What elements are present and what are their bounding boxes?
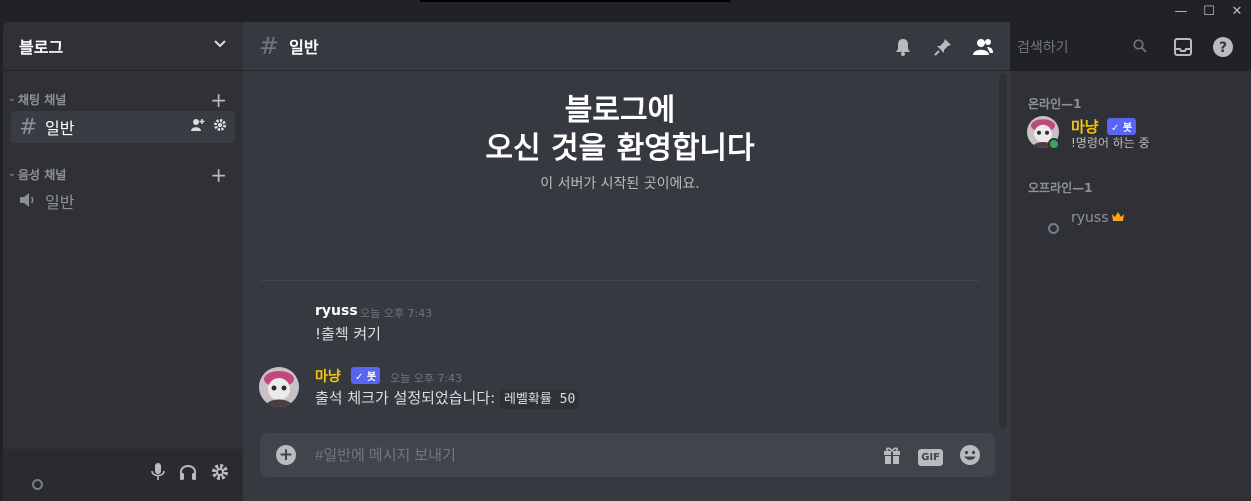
headphones-icon[interactable]	[179, 463, 197, 486]
avatar[interactable]	[259, 367, 299, 407]
message-input[interactable]	[315, 443, 855, 467]
attach-plus-icon[interactable]: +	[276, 445, 296, 465]
bot-badge: ✓ 봇	[1107, 118, 1137, 135]
pin-icon[interactable]	[931, 35, 955, 59]
title-bar-accent-line	[420, 0, 730, 2]
channel-name: 일반	[45, 193, 75, 212]
welcome-banner: 블로그에 오신 것을 환영합니다 이 서버가 시작된 곳이에요.	[260, 92, 980, 193]
emoji-icon[interactable]	[959, 444, 981, 470]
minimize-icon[interactable]: —	[1167, 0, 1195, 22]
inbox-icon[interactable]	[1171, 35, 1195, 59]
search-input[interactable]	[1017, 38, 1127, 56]
close-icon[interactable]: ✕	[1223, 0, 1251, 22]
title-bar: — ☐ ✕	[0, 0, 1251, 22]
online-status-dot	[1048, 138, 1060, 150]
caret-icon: ⌄	[8, 94, 16, 104]
category-voice-channels[interactable]: ⌄ 음성 채널 +	[3, 163, 243, 187]
user-panel	[3, 449, 243, 501]
channel-item-general-text[interactable]: # 일반	[11, 111, 235, 143]
scrollbar[interactable]	[999, 74, 1007, 428]
crown-icon	[1111, 211, 1125, 227]
divider	[260, 280, 980, 281]
svg-text:?: ?	[1219, 40, 1227, 56]
maximize-icon[interactable]: ☐	[1195, 0, 1223, 22]
search-box[interactable]	[1011, 35, 1155, 59]
microphone-icon[interactable]	[151, 463, 165, 486]
message-composer: + GIF	[260, 433, 995, 477]
category-text-channels[interactable]: ⌄ 채팅 채널 +	[3, 88, 243, 112]
help-icon[interactable]: ?	[1211, 35, 1235, 59]
member-list: 온라인—1 마냥 ✓ 봇 !명령어 하는 중 오프라인—1 ryuss	[1010, 71, 1251, 501]
channel-name: 일반	[45, 119, 75, 138]
category-label: 음성 채널	[18, 167, 67, 182]
message-author[interactable]: ryuss	[315, 303, 358, 319]
offline-status-ring	[1048, 223, 1059, 234]
bell-icon[interactable]	[891, 35, 915, 59]
member-category-offline: 오프라인—1	[1028, 181, 1093, 195]
member-category-online: 온라인—1	[1028, 97, 1082, 111]
server-header[interactable]: 블로그	[3, 22, 243, 71]
member-list-icon[interactable]	[971, 35, 995, 59]
status-indicator[interactable]	[32, 479, 43, 490]
gift-icon[interactable]	[882, 445, 902, 469]
message-text: !출첵 켜기	[315, 325, 381, 343]
settings-gear-icon[interactable]	[211, 463, 229, 486]
search-icon	[1133, 39, 1147, 57]
gif-icon[interactable]: GIF	[918, 448, 943, 466]
channel-title: 일반	[289, 38, 319, 57]
message-author[interactable]: 마냥	[315, 366, 341, 386]
welcome-title-line1: 블로그에	[564, 93, 676, 128]
hash-icon: #	[19, 114, 38, 140]
member-name[interactable]: ryuss	[1071, 210, 1109, 226]
channel-sidebar: 블로그 ⌄ 채팅 채널 + # 일반 ⌄ 음성 채널 + 일반	[3, 22, 243, 501]
chat-area: # 일반 블로그에 오신 것을 환영합니다 이 서버가 시작된 곳이에요. ry…	[243, 22, 1010, 501]
category-label: 채팅 채널	[18, 92, 67, 107]
message-timestamp: 오늘 오후 7:43	[390, 372, 463, 385]
gear-icon[interactable]	[213, 118, 227, 136]
welcome-subtitle: 이 서버가 시작된 곳이에요.	[540, 176, 700, 192]
caret-icon: ⌄	[8, 169, 16, 179]
inline-code: 레벨확률 50	[499, 390, 580, 409]
chevron-down-icon[interactable]	[213, 37, 227, 55]
bot-badge: ✓ 봇	[351, 367, 381, 384]
welcome-title-line2: 오신 것을 환영합니다	[485, 131, 755, 166]
channel-item-general-voice[interactable]: 일반	[11, 185, 235, 217]
hash-icon: #	[259, 32, 280, 60]
message-text: 출석 체크가 설정되었습니다: 레벨확률 50	[315, 387, 580, 409]
add-channel-icon[interactable]: +	[210, 163, 227, 187]
server-name: 블로그	[19, 38, 64, 57]
invite-user-icon[interactable]	[191, 118, 205, 136]
speaker-icon	[19, 189, 45, 214]
member-activity: !명령어 하는 중	[1071, 136, 1150, 150]
message-timestamp: 오늘 오후 7:43	[360, 307, 433, 320]
add-channel-icon[interactable]: +	[210, 88, 227, 112]
message-text-body: 출석 체크가 설정되었습니다:	[315, 389, 496, 407]
